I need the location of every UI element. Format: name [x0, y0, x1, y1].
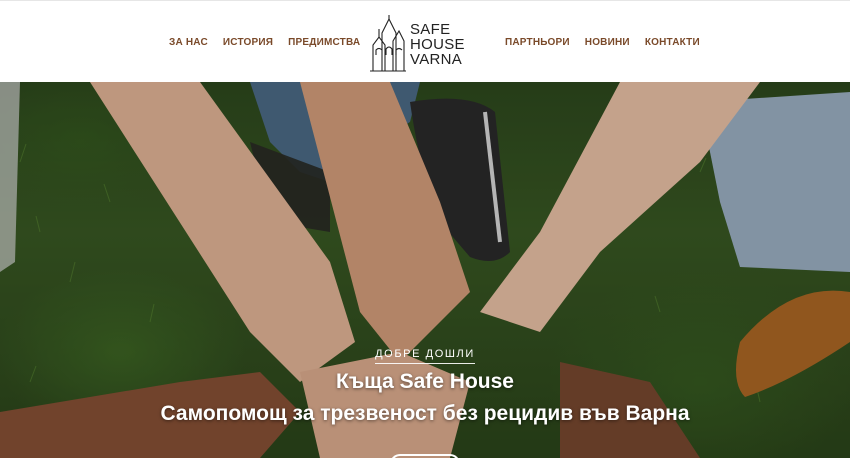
nav-link-partners[interactable]: ПАРТНЬОРИ: [505, 37, 570, 48]
logo-line-2: HOUSE: [410, 35, 465, 53]
cathedral-icon: [370, 15, 406, 72]
nav-link-advantages[interactable]: ПРЕДИМСТВА: [288, 37, 360, 48]
main-nav-left: ЗА НАС ИСТОРИЯ ПРЕДИМСТВА: [169, 1, 375, 83]
hero-eyebrow: ДОБРЕ ДОШЛИ: [0, 344, 850, 364]
logo-line-1: SAFE: [410, 20, 451, 38]
hero-title: Къща Safe House: [336, 370, 514, 393]
site-header: ЗА НАС ИСТОРИЯ ПРЕДИМСТВА SAFE HOUSE VAR…: [0, 0, 850, 82]
hero-subtitle: Самопомощ за трезвеност без рецидив във …: [160, 402, 690, 425]
site-logo[interactable]: SAFE HOUSE VARNA: [370, 15, 476, 73]
nav-link-about[interactable]: ЗА НАС: [169, 37, 208, 48]
logo-wordmark: SAFE HOUSE VARNA: [410, 15, 465, 73]
hero-cta-button[interactable]: [390, 454, 460, 458]
nav-link-contacts[interactable]: КОНТАКТИ: [645, 37, 700, 48]
nav-link-history[interactable]: ИСТОРИЯ: [223, 37, 273, 48]
hero-eyebrow-text: ДОБРЕ ДОШЛИ: [375, 348, 475, 364]
logo-line-3: VARNA: [410, 50, 463, 68]
nav-link-news[interactable]: НОВИНИ: [585, 37, 630, 48]
hero-section: ДОБРЕ ДОШЛИ Къща Safe House Самопомощ за…: [0, 82, 850, 458]
main-nav-right: ПАРТНЬОРИ НОВИНИ КОНТАКТИ: [505, 1, 715, 83]
